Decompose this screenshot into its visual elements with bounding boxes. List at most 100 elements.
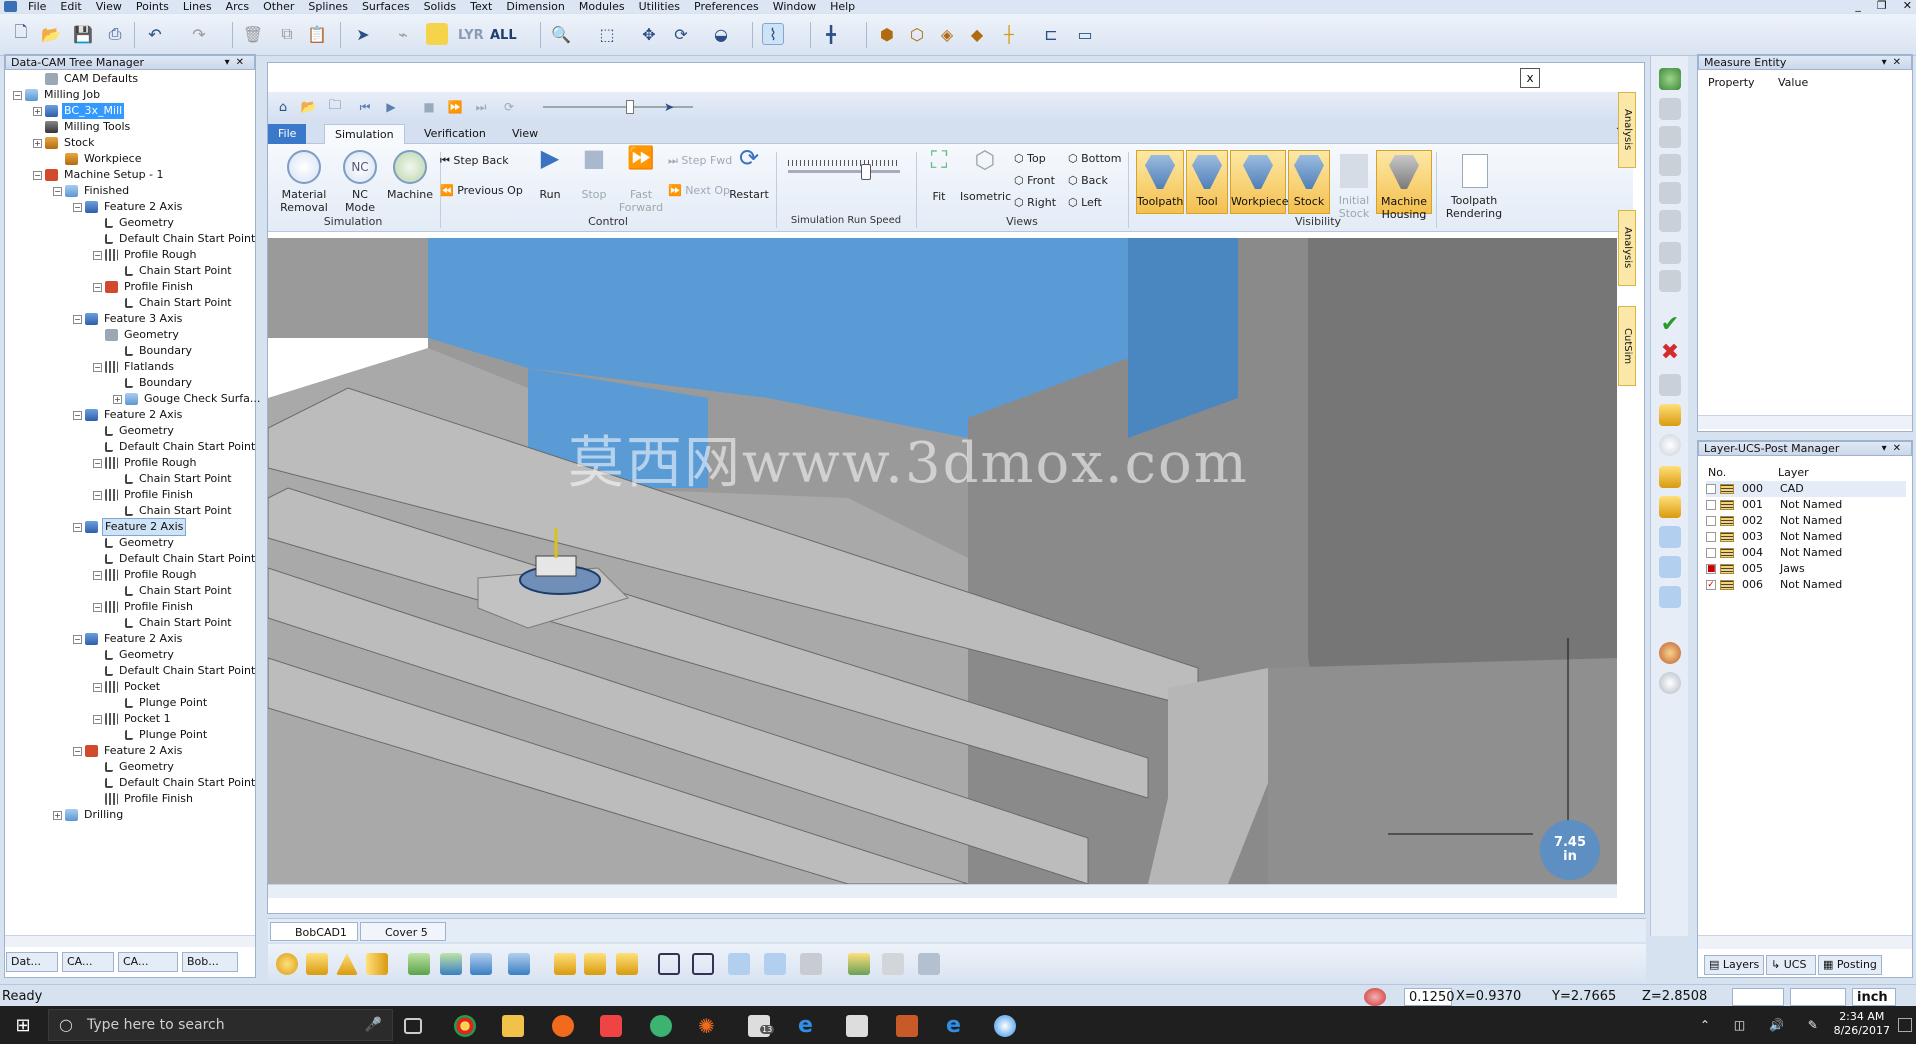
tree-node[interactable]: − Machine Setup - 1 [33, 167, 166, 183]
sim-end-icon[interactable]: ⏭ [470, 96, 492, 118]
side-tab-analysis-1[interactable]: Analysis [1618, 92, 1636, 168]
doc-tab-cover5[interactable]: Cover 5 [360, 922, 446, 941]
tree-node[interactable]: Chain Start Point [113, 583, 234, 599]
menu-surfaces[interactable]: Surfaces [355, 0, 417, 13]
menu-dimension[interactable]: Dimension [499, 0, 571, 13]
layer-scrollbar[interactable] [1698, 935, 1912, 949]
pencil-icon[interactable] [1659, 496, 1681, 518]
panel-pin-icon[interactable]: ▾✕ [225, 56, 254, 69]
clip-icon[interactable] [918, 953, 940, 975]
speed-slider-thumb[interactable] [861, 164, 872, 180]
collapse-icon[interactable]: − [93, 282, 102, 292]
tree-node[interactable]: Default Chain Start Point [93, 663, 257, 679]
tree-node[interactable]: Geometry [93, 535, 176, 551]
tool-toggle[interactable]: Tool [1186, 150, 1228, 214]
tree-node[interactable]: + Drilling [53, 807, 125, 823]
tree-node[interactable]: Default Chain Start Point [93, 231, 257, 247]
edit-icon[interactable] [1659, 98, 1681, 120]
sim-ff-icon[interactable]: ⏩ [444, 96, 466, 118]
notifications-icon[interactable] [1898, 1018, 1912, 1032]
tab-view[interactable]: View [502, 124, 548, 144]
tree-node[interactable]: − Feature 2 Axis [73, 743, 184, 759]
tab-simulation[interactable]: Simulation [324, 124, 405, 144]
pan-icon[interactable]: ✥ [638, 23, 660, 45]
app-red-icon[interactable] [600, 1015, 622, 1037]
clapper-icon[interactable] [846, 1015, 868, 1037]
tree-node[interactable]: − Profile Rough [93, 455, 199, 471]
view-bottom-button[interactable]: ⬡ Bottom [1068, 152, 1121, 166]
step-back-button[interactable]: ⏮ Step Back [440, 154, 509, 168]
fillet-icon[interactable] [616, 953, 638, 975]
tree-node[interactable]: Boundary [113, 343, 194, 359]
taskbar-search[interactable]: ○ Type here to search 🎤 [48, 1009, 393, 1041]
collapse-icon[interactable]: − [53, 186, 62, 196]
loft-icon[interactable] [508, 953, 530, 975]
layer-row[interactable]: 001 Not Named [1706, 497, 1906, 513]
tree-node[interactable]: Milling Tools [33, 119, 132, 135]
tree-node[interactable]: − Feature 2 Axis [73, 407, 184, 423]
file-explorer-icon[interactable] [502, 1015, 524, 1037]
tree-node[interactable]: CAM Defaults [33, 71, 140, 87]
tree-node[interactable]: − Milling Job [13, 87, 102, 103]
menu-modules[interactable]: Modules [572, 0, 632, 13]
zoom-window-icon[interactable]: ⬚ [596, 23, 618, 45]
solid-render-icon[interactable]: ⬢ [876, 23, 898, 45]
side-tab-analysis-2[interactable]: Analysis [1618, 210, 1636, 286]
ucs-icon[interactable]: ⊏ [1040, 23, 1062, 45]
measure-scrollbar[interactable] [1698, 415, 1912, 429]
material-removal-button[interactable]: Material Removal [278, 150, 330, 214]
collapse-icon[interactable]: − [93, 490, 102, 500]
expand-icon[interactable]: + [113, 394, 122, 404]
sim-folder-icon[interactable]: 🗀 [324, 96, 346, 118]
offset-icon[interactable] [1659, 154, 1681, 176]
layer-row[interactable]: ■ 005 Jaws [1706, 561, 1906, 577]
collapse-icon[interactable]: − [93, 250, 102, 260]
tree-node[interactable]: Chain Start Point [113, 263, 234, 279]
sim-open-icon[interactable]: 📂 [298, 96, 320, 118]
tree-node[interactable]: − Feature 2 Axis [73, 199, 184, 215]
edge-icon[interactable]: e [946, 1015, 968, 1037]
tree-node[interactable]: Workpiece [53, 151, 143, 167]
view-front-button[interactable]: ⬡ Front [1014, 174, 1055, 188]
grid-icon[interactable]: ╋ [820, 23, 842, 45]
collapse-icon[interactable]: − [33, 170, 42, 180]
sim-restart-icon[interactable]: ⟳ [498, 96, 520, 118]
layer-all-label[interactable]: ALL [490, 28, 517, 43]
windows-start-icon[interactable]: ⊞ [12, 1015, 34, 1037]
shell-icon[interactable] [584, 953, 606, 975]
measure-pin-icon[interactable]: ▾✕ [1882, 56, 1911, 69]
tree-node[interactable]: Plunge Point [113, 695, 209, 711]
list-icon[interactable] [1659, 374, 1681, 396]
snap-icon[interactable]: ⌇ [762, 23, 784, 45]
menu-utilities[interactable]: Utilities [632, 0, 687, 13]
new-file-icon[interactable]: 🗋 [10, 22, 32, 45]
tree-node[interactable]: − Feature 2 Axis [73, 518, 187, 536]
tree-tab-3[interactable]: Bob... [182, 952, 238, 972]
view-left-button[interactable]: ⬡ Left [1068, 196, 1102, 210]
previous-op-button[interactable]: ⏪ Previous Op [440, 184, 523, 198]
tray-icons[interactable]: ⌃ ◫ 🔊 ✎ [1700, 1018, 1828, 1032]
tree-node[interactable]: − Feature 3 Axis [73, 311, 184, 327]
sphere-icon[interactable] [276, 953, 298, 975]
menu-arcs[interactable]: Arcs [219, 0, 257, 13]
color-picker[interactable] [1732, 988, 1784, 1006]
menu-lines[interactable]: Lines [176, 0, 219, 13]
nc-mode-button[interactable]: NC NC Mode [338, 150, 382, 214]
tree-node[interactable]: − Pocket [93, 679, 162, 695]
layer-row[interactable]: 003 Not Named [1706, 529, 1906, 545]
tree-node[interactable]: − Profile Finish [93, 487, 195, 503]
view-cube-icon[interactable] [692, 953, 714, 975]
layer-checkbox[interactable] [1706, 500, 1716, 510]
tree-tab-2[interactable]: CA... [118, 952, 178, 972]
check-icon[interactable]: ✔ [1659, 314, 1681, 336]
stop-button[interactable]: ■ Stop [574, 146, 614, 201]
tab-file[interactable]: File [268, 124, 307, 144]
expand-icon[interactable]: + [33, 106, 42, 116]
layer-checkbox[interactable] [1706, 484, 1716, 494]
tree-node[interactable]: − Flatlands [93, 359, 176, 375]
menu-preferences[interactable]: Preferences [687, 0, 766, 13]
ie-icon[interactable]: e [798, 1015, 820, 1037]
redo-icon[interactable]: ↷ [188, 23, 210, 45]
print-icon[interactable]: ⎙ [104, 23, 126, 45]
break-icon[interactable] [1659, 182, 1681, 204]
